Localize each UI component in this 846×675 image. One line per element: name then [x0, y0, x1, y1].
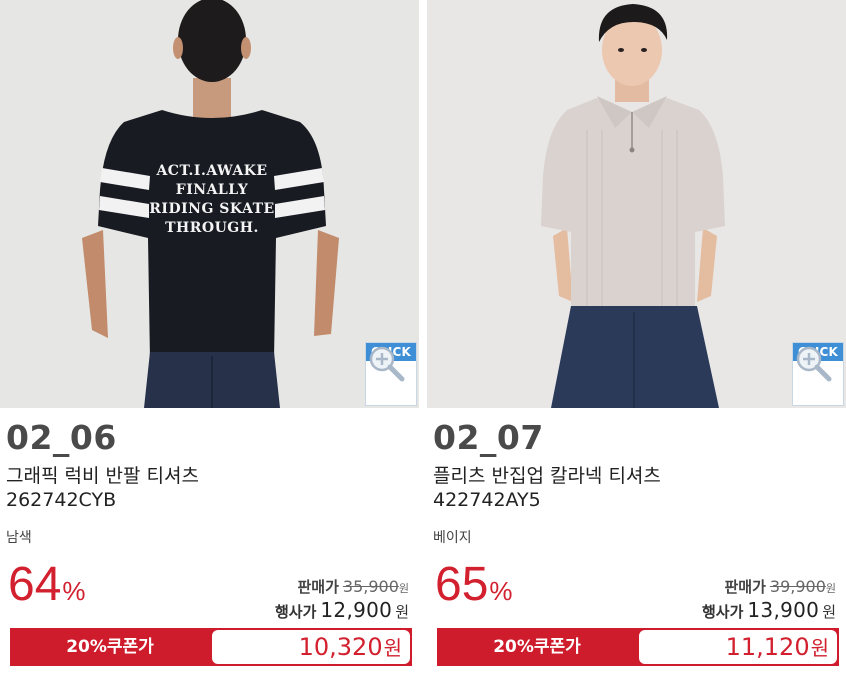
- list-price-row: 판매가 39,900원: [702, 576, 836, 597]
- discount-value: 65: [435, 558, 489, 611]
- magnifier-icon: [369, 346, 405, 382]
- coupon-price: 10,320: [298, 633, 383, 661]
- product-number: 02_06: [6, 418, 117, 457]
- tee-print-line: ACT.I.AWAKE: [156, 163, 268, 179]
- coupon-price-bar[interactable]: 20%쿠폰가 11,120원: [437, 628, 839, 666]
- coupon-price-unit: 원: [810, 636, 829, 660]
- event-price-label: 행사가: [702, 603, 744, 621]
- tee-print-line: THROUGH.: [165, 220, 259, 236]
- product-image[interactable]: ACT.I.AWAKE FINALLY RIDING SKATE THROUGH…: [0, 0, 419, 408]
- coupon-price-box: 11,120원: [639, 630, 837, 664]
- list-price-label: 판매가: [724, 578, 766, 596]
- event-price-label: 행사가: [275, 603, 317, 621]
- event-price-row: 행사가 12,900 원: [275, 598, 409, 622]
- tee-print-line: FINALLY: [175, 182, 249, 198]
- discount-unit: %: [489, 576, 513, 606]
- product-name[interactable]: 플리츠 반집업 칼라넥 티셔츠: [433, 461, 661, 488]
- product-image[interactable]: CLICK: [427, 0, 846, 408]
- discount-unit: %: [62, 576, 86, 606]
- list-price: 39,900: [769, 577, 826, 596]
- coupon-price-unit: 원: [383, 636, 402, 660]
- magnifier-icon: [796, 346, 832, 382]
- coupon-label: 20%쿠폰가: [493, 637, 581, 657]
- coupon-label: 20%쿠폰가: [66, 637, 154, 657]
- product-color: 남색: [6, 530, 32, 546]
- event-price: 12,900: [320, 598, 393, 622]
- event-price: 13,900: [747, 598, 820, 622]
- event-price-unit: 원: [822, 603, 836, 621]
- zoom-button[interactable]: CLICK: [792, 342, 844, 406]
- list-price: 35,900: [342, 577, 399, 596]
- list-price-unit: 원: [825, 582, 836, 595]
- product-photo-illustration: [427, 0, 846, 408]
- tee-print-line: RIDING SKATE: [149, 201, 275, 217]
- discount-rate: 64%: [8, 557, 86, 612]
- product-card[interactable]: ACT.I.AWAKE FINALLY RIDING SKATE THROUGH…: [0, 0, 419, 675]
- coupon-price: 11,120: [725, 633, 810, 661]
- price-info: 판매가 35,900원 행사가 12,900 원: [275, 576, 409, 622]
- product-number: 02_07: [433, 418, 544, 457]
- coupon-price-box: 10,320원: [212, 630, 410, 664]
- price-info: 판매가 39,900원 행사가 13,900 원: [702, 576, 836, 622]
- list-price-label: 판매가: [297, 578, 339, 596]
- tee-print: ACT.I.AWAKE FINALLY RIDING SKATE THROUGH…: [132, 162, 292, 238]
- discount-value: 64: [8, 558, 62, 611]
- event-price-unit: 원: [395, 603, 409, 621]
- product-name[interactable]: 그래픽 럭비 반팔 티셔츠: [6, 461, 199, 488]
- zoom-button[interactable]: CLICK: [365, 342, 417, 406]
- product-code: 422742AY5: [433, 489, 541, 511]
- list-price-row: 판매가 35,900원: [275, 576, 409, 597]
- product-code: 262742CYB: [6, 489, 117, 511]
- event-price-row: 행사가 13,900 원: [702, 598, 836, 622]
- product-card[interactable]: CLICK 02_07 플리츠 반집업 칼라넥 티셔츠 422742AY5 베이…: [427, 0, 846, 675]
- list-price-unit: 원: [398, 582, 409, 595]
- coupon-price-bar[interactable]: 20%쿠폰가 10,320원: [10, 628, 412, 666]
- product-color: 베이지: [433, 530, 472, 546]
- discount-rate: 65%: [435, 557, 513, 612]
